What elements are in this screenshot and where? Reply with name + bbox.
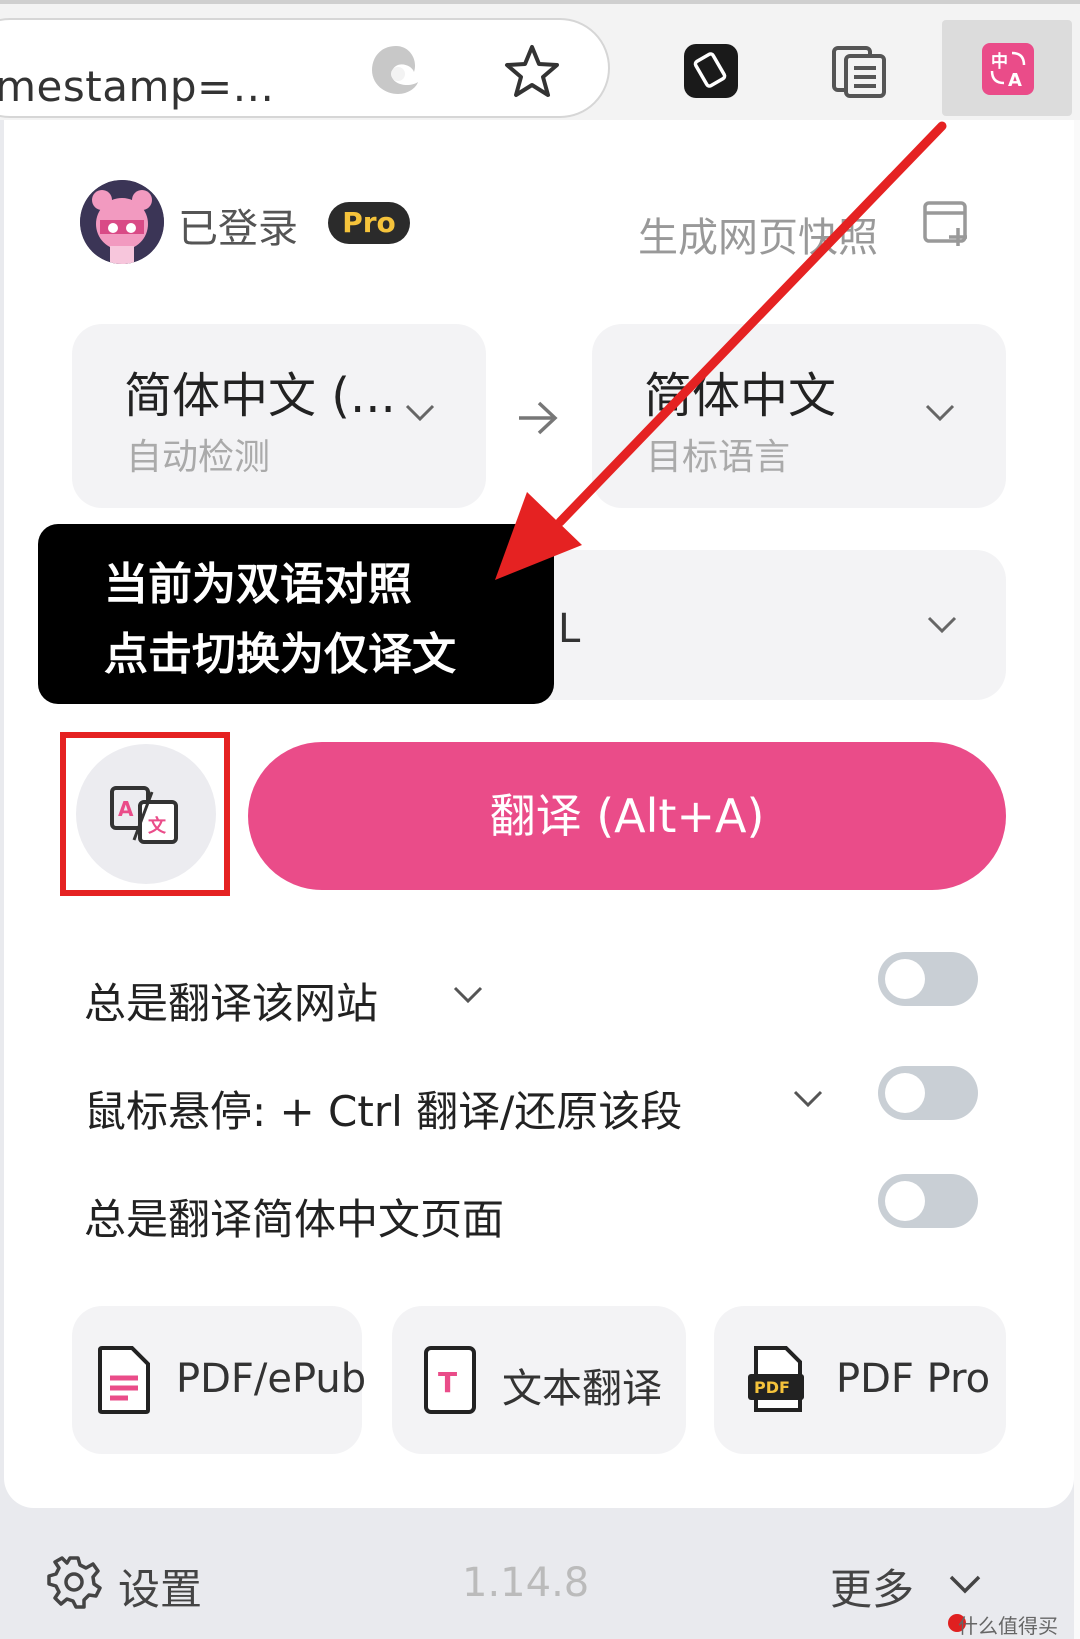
favorite-star-icon[interactable]	[502, 42, 562, 102]
extension-icon[interactable]	[682, 42, 740, 100]
chevron-down-icon	[927, 616, 957, 634]
snapshot-button[interactable]: 生成网页快照	[638, 205, 878, 263]
always-translate-site-label: 总是翻译该网站	[84, 979, 379, 1028]
arrow-right-icon	[519, 401, 558, 435]
highlight-box	[60, 732, 230, 896]
target-language-select[interactable]: 简体中文 目标语言	[592, 324, 1006, 508]
toggle-knob	[885, 959, 925, 999]
text-translate-icon: T	[424, 1346, 476, 1414]
translate-extension-button[interactable]: 中 A	[942, 20, 1072, 116]
browser-toolbar: timestamp=... 中 A	[0, 0, 1080, 120]
hover-translate-label: 鼠标悬停: + Ctrl 翻译/还原该段	[84, 1087, 683, 1136]
service-name: L	[558, 606, 581, 652]
pdf-pro-button[interactable]: PDF PDF Pro	[714, 1306, 1006, 1454]
avatar[interactable]	[80, 180, 164, 264]
login-status: 已登录	[178, 206, 298, 252]
url-text[interactable]: timestamp=...	[0, 62, 274, 111]
chevron-down-icon[interactable]	[946, 1565, 984, 1603]
source-language-select[interactable]: 简体中文 (... 自动检测	[72, 324, 486, 508]
pdf-pro-label: PDF Pro	[836, 1356, 991, 1402]
pdf-file-icon	[98, 1346, 150, 1414]
svg-text:PDF: PDF	[754, 1378, 790, 1397]
translate-extension-icon[interactable]: 中 A	[982, 43, 1034, 95]
more-menu[interactable]: 更多	[830, 1556, 914, 1617]
text-translate-label: 文本翻译	[502, 1366, 662, 1412]
always-translate-site-toggle[interactable]	[878, 952, 978, 1006]
page-edge	[1074, 120, 1080, 1639]
pdf-epub-button[interactable]: PDF/ePub	[72, 1306, 366, 1454]
target-language-name: 简体中文	[644, 368, 837, 424]
toggle-knob	[885, 1073, 925, 1113]
pro-badge: Pro	[328, 202, 410, 244]
avatar-image-icon	[80, 180, 164, 264]
gear-icon[interactable]	[46, 1554, 102, 1610]
version-label: 1.14.8	[462, 1560, 590, 1606]
source-language-sub: 自动检测	[126, 437, 271, 478]
collections-icon[interactable]	[830, 42, 888, 100]
mode-tooltip: 当前为双语对照 点击切换为仅译文	[38, 524, 554, 704]
chevron-down-icon[interactable]	[450, 976, 486, 1012]
target-language-sub: 目标语言	[646, 437, 791, 478]
always-translate-language-toggle[interactable]	[878, 1174, 978, 1228]
pdf-pro-icon: PDF	[748, 1346, 804, 1412]
chevron-down-icon	[405, 404, 435, 422]
toolbar-border	[0, 0, 1080, 4]
svg-text:中: 中	[991, 51, 1008, 72]
translate-glyph-icon: 中 A	[990, 51, 1026, 91]
tooltip-line-1: 当前为双语对照	[104, 559, 412, 610]
hover-translate-toggle[interactable]	[878, 1066, 978, 1120]
text-translate-button[interactable]: T 文本翻译	[392, 1306, 686, 1454]
settings-link[interactable]: 设置	[118, 1556, 202, 1617]
edge-icon[interactable]	[368, 42, 424, 98]
pdf-epub-label: PDF/ePub	[176, 1356, 367, 1402]
svg-text:A: A	[1008, 70, 1022, 89]
svg-text:T: T	[438, 1366, 457, 1399]
chevron-down-icon[interactable]	[790, 1080, 826, 1116]
always-translate-language-label: 总是翻译简体中文页面	[84, 1195, 505, 1244]
toggle-knob	[885, 1181, 925, 1221]
source-language-name: 简体中文 (...	[124, 368, 396, 424]
translate-button[interactable]: 翻译 (Alt+A)	[248, 742, 1006, 890]
chevron-down-icon	[925, 404, 955, 422]
tooltip-line-2: 点击切换为仅译文	[104, 629, 456, 680]
watermark-text: 什么值得买	[958, 1614, 1058, 1638]
snapshot-icon[interactable]	[922, 198, 972, 248]
